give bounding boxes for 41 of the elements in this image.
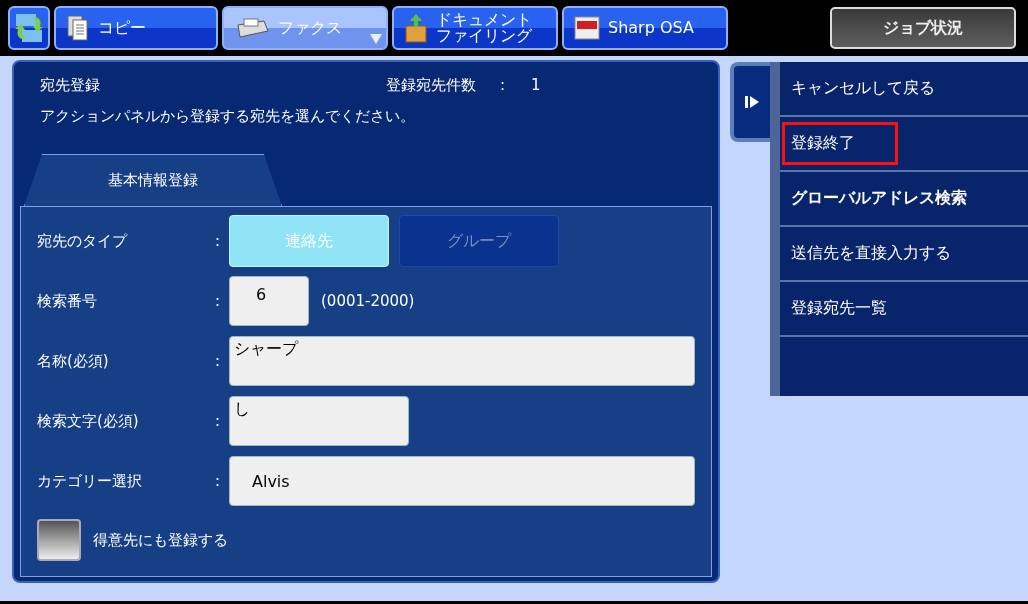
field-label: 名称(必須) — [37, 351, 110, 371]
action-item[interactable]: 登録終了 — [780, 117, 1028, 172]
action-item[interactable]: キャンセルして戻る — [780, 62, 1028, 117]
panel-title: 宛先登録 — [40, 76, 101, 95]
field-label: 宛先のタイプ — [37, 231, 129, 251]
action-item[interactable]: 送信先を直接入力する — [780, 227, 1028, 282]
fax-machine-icon — [234, 17, 270, 39]
mode-tab[interactable]: コピー — [54, 6, 218, 50]
colon-text: : — [215, 292, 222, 310]
colon-text: : — [215, 472, 222, 490]
mode-tab[interactable]: Sharp OSA — [562, 6, 728, 50]
field-label: カテゴリー選択 — [37, 471, 143, 491]
mode-tab[interactable]: ドキュメント ファイリング — [392, 6, 558, 50]
documents-icon — [66, 14, 90, 42]
colon-text: : — [215, 232, 222, 250]
field-label: 検索文字(必須) — [37, 411, 140, 431]
range-hint: (0001-2000) — [321, 292, 415, 310]
count-value: 1 — [531, 76, 541, 95]
mode-tab[interactable] — [8, 6, 50, 50]
osa-logo-icon — [574, 16, 600, 40]
action-item[interactable]: グローバルアドレス検索 — [780, 172, 1028, 227]
job-status-button[interactable]: ジョブ状況 — [830, 7, 1016, 49]
name-field[interactable]: シャープ — [229, 336, 695, 386]
checkbox[interactable] — [37, 519, 81, 561]
count-label: 登録宛先件数 — [386, 76, 476, 95]
checkbox-label: 得意先にも登録する — [93, 530, 228, 550]
colon-text: : — [215, 352, 222, 370]
caret-icon — [370, 34, 382, 44]
folder-upload-icon — [404, 12, 428, 44]
category-field[interactable]: Alvis — [229, 456, 695, 506]
form-tab[interactable]: 基本情報登録 — [24, 154, 282, 206]
count-colon: : — [500, 76, 506, 95]
colon-text: : — [215, 412, 222, 430]
search-text-field[interactable]: し — [229, 396, 409, 446]
number-field[interactable]: 6 — [229, 276, 309, 326]
action-item[interactable]: 登録宛先一覧 — [780, 282, 1028, 337]
play-icon — [744, 94, 760, 110]
field-label: 検索番号 — [37, 291, 98, 311]
instruction-text: アクションパネルから登録する宛先を選んでください。 — [39, 106, 416, 126]
panel-toggle-button[interactable] — [730, 62, 770, 142]
mode-switch-icon — [14, 11, 44, 45]
